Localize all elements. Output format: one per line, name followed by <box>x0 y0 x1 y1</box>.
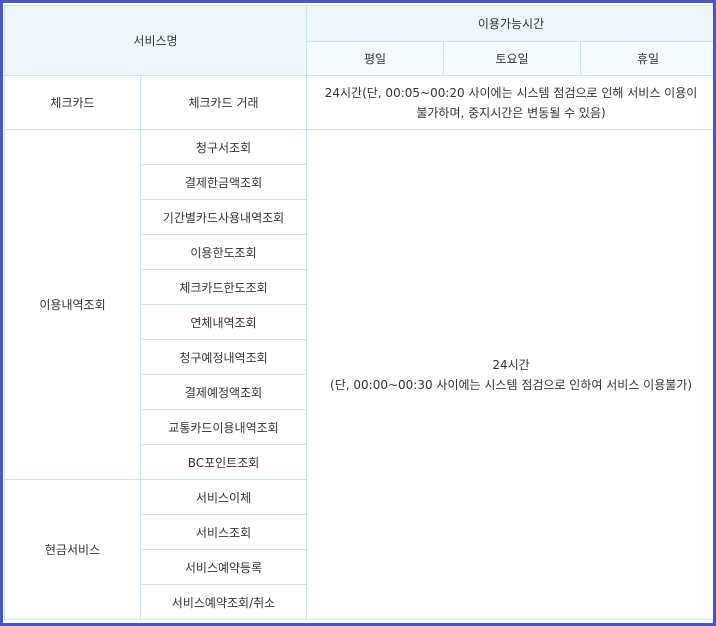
saturday-header: 토요일 <box>443 41 582 76</box>
category-usage-inquiry: 이용내역조회 <box>4 129 141 480</box>
service-item: BC포인트조회 <box>139 444 308 480</box>
shared-time-line1: 24시간 <box>492 357 530 372</box>
service-item: 이용한도조회 <box>139 234 308 270</box>
service-item: 결제한금액조회 <box>139 164 308 200</box>
check-card-time-line1: 24시간(단, 00:05~00:20 사이에는 시스템 점검으로 인해 서비스… <box>324 85 698 100</box>
service-hours-panel: 서비스명 이용가능시간 평일 토요일 휴일 체크카드 체크카드 거래 24시간(… <box>0 0 716 626</box>
service-name-header: 서비스명 <box>3 5 308 76</box>
check-card-time-line2: 불가하며, 중지시간은 변동될 수 있음) <box>416 105 606 120</box>
service-item: 기간별카드사용내역조회 <box>139 199 308 235</box>
service-item: 교통카드이용내역조회 <box>139 409 308 445</box>
service-item: 청구서조회 <box>139 129 308 165</box>
available-time-header: 이용가능시간 <box>306 5 713 42</box>
service-item: 서비스조회 <box>139 514 308 550</box>
service-hours-table: 서비스명 이용가능시간 평일 토요일 휴일 체크카드 체크카드 거래 24시간(… <box>3 5 713 620</box>
service-item: 서비스예약조회/취소 <box>139 584 308 620</box>
check-card-time-cell: 24시간(단, 00:05~00:20 사이에는 시스템 점검으로 인해 서비스… <box>306 75 713 130</box>
category-cash-service: 현금서비스 <box>4 479 141 620</box>
service-item: 청구예정내역조회 <box>139 339 308 375</box>
service-item: 결제예정액조회 <box>139 374 308 410</box>
shared-time-line2: (단, 00:00~00:30 사이에는 시스템 점검으로 인하여 서비스 이용… <box>330 377 693 392</box>
service-item: 서비스예약등록 <box>139 549 308 585</box>
holiday-header: 휴일 <box>580 41 713 76</box>
service-item: 연체내역조회 <box>139 304 308 340</box>
service-item: 체크카드한도조회 <box>139 269 308 305</box>
service-check-card-transaction: 체크카드 거래 <box>139 75 308 130</box>
weekday-header: 평일 <box>306 41 445 76</box>
category-check-card: 체크카드 <box>4 75 141 130</box>
header-row: 서비스명 이용가능시간 <box>3 5 713 76</box>
table-row: 체크카드 체크카드 거래 24시간(단, 00:05~00:20 사이에는 시스… <box>4 75 713 130</box>
service-item: 서비스이체 <box>139 479 308 515</box>
table-row: 이용내역조회 청구서조회 24시간 (단, 00:00~00:30 사이에는 시… <box>4 129 713 620</box>
shared-time-cell: 24시간 (단, 00:00~00:30 사이에는 시스템 점검으로 인하여 서… <box>306 129 713 620</box>
